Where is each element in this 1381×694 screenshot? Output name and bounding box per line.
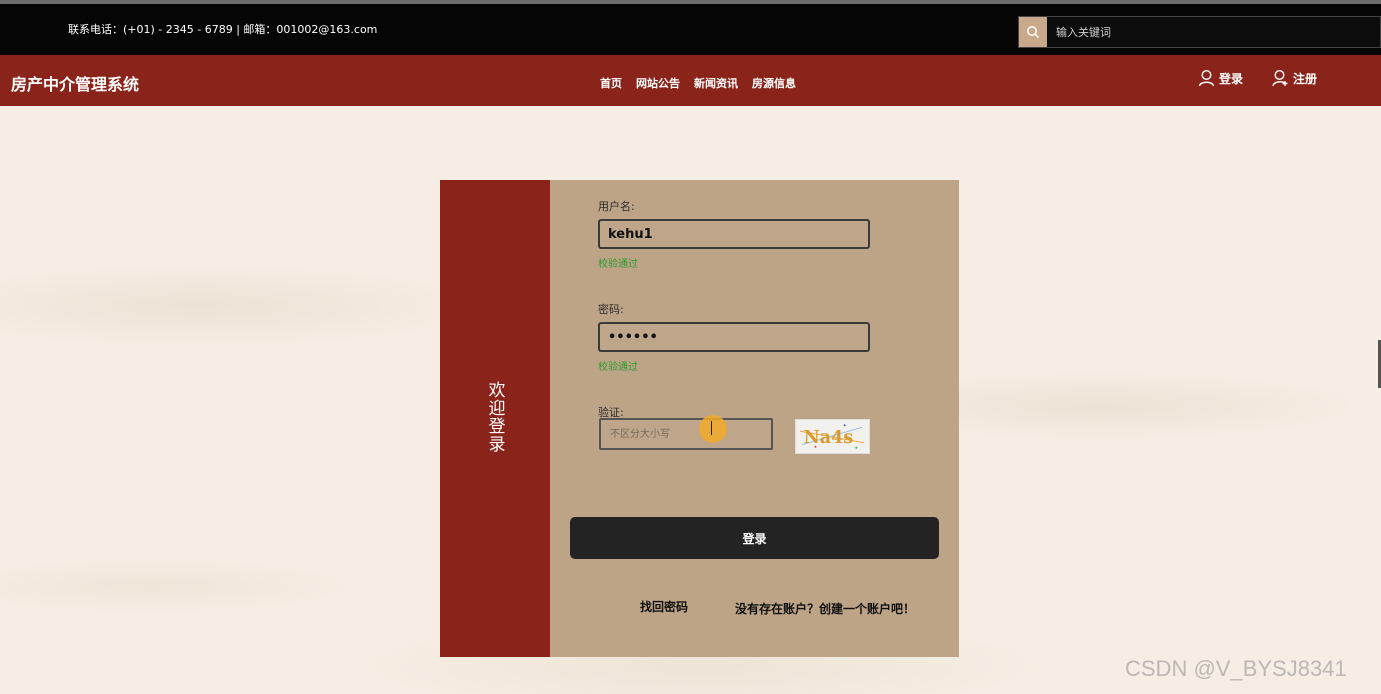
- nav-login[interactable]: 登录: [1198, 69, 1243, 87]
- search-icon: [1027, 26, 1040, 39]
- captcha-text: Na4s: [804, 428, 854, 448]
- captcha-input[interactable]: [599, 418, 773, 450]
- nav-login-label: 登录: [1219, 71, 1244, 86]
- username-field[interactable]: [598, 219, 870, 249]
- user-icon: [1198, 69, 1215, 87]
- welcome-title: 欢迎登录: [484, 380, 505, 453]
- username-label: 用户名:: [598, 200, 635, 213]
- password-hint: 校验通过: [598, 362, 638, 373]
- captcha-graphic: Na4s: [799, 424, 865, 449]
- login-side-panel: 欢迎登录: [440, 180, 550, 657]
- captcha-image[interactable]: Na4s: [795, 419, 870, 454]
- username-hint: 校验通过: [598, 259, 638, 270]
- nav-link-listings[interactable]: 房源信息: [752, 75, 796, 91]
- nav-links: 首页 网站公告 新闻资讯 房源信息: [600, 75, 796, 91]
- site-brand[interactable]: 房产中介管理系统: [11, 71, 139, 95]
- password-label: 密码:: [598, 303, 624, 316]
- nav-link-news[interactable]: 新闻资讯: [694, 75, 738, 91]
- watermark: CSDN @V_BYSJ8341: [1125, 656, 1347, 681]
- forgot-password-link[interactable]: 找回密码: [640, 598, 688, 615]
- login-button[interactable]: 登录: [570, 517, 939, 559]
- login-form: 用户名: 校验通过 密码: 校验通过 验证: Na4s 登录 找回密码 没有存在…: [550, 180, 959, 657]
- contact-info: 联系电话：(+01) - 2345 - 6789 | 邮箱：001002@163…: [68, 23, 378, 36]
- nav-link-announcements[interactable]: 网站公告: [636, 75, 680, 91]
- nav-register[interactable]: 注册: [1272, 69, 1317, 87]
- add-user-icon: [1272, 69, 1288, 87]
- text-cursor-icon: [711, 421, 717, 435]
- search-box: [1018, 16, 1381, 48]
- password-field[interactable]: [598, 322, 870, 352]
- search-input[interactable]: [1047, 17, 1380, 47]
- login-card: 欢迎登录 用户名: 校验通过 密码: 校验通过 验证: Na4s 登录 找回密码…: [440, 180, 959, 657]
- search-button[interactable]: [1019, 17, 1047, 47]
- create-account-link[interactable]: 没有存在账户？创建一个账户吧！: [735, 600, 915, 617]
- main-navbar: 房产中介管理系统 首页 网站公告 新闻资讯 房源信息 登录 注册: [0, 55, 1381, 106]
- nav-link-home[interactable]: 首页: [600, 75, 622, 91]
- top-bar: 联系电话：(+01) - 2345 - 6789 | 邮箱：001002@163…: [0, 4, 1381, 55]
- nav-register-label: 注册: [1293, 71, 1318, 86]
